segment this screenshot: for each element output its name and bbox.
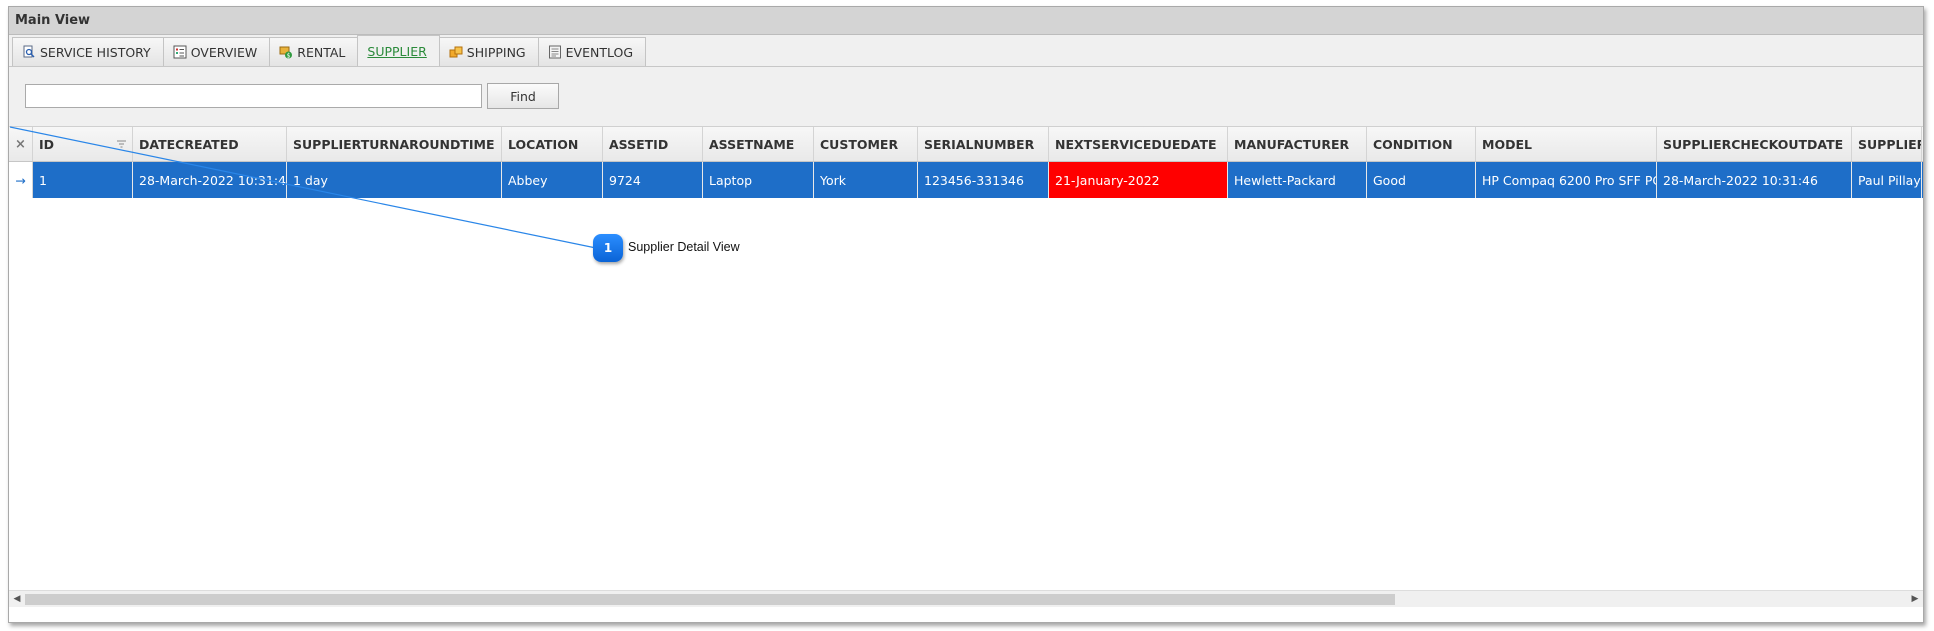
cell-serialnumber[interactable]: 123456-331346 bbox=[918, 162, 1049, 198]
tab-label: SERVICE HISTORY bbox=[40, 44, 151, 60]
search-document-icon bbox=[22, 45, 36, 59]
column-header-condition[interactable]: CONDITION bbox=[1367, 127, 1476, 161]
cell-suppliercheckoutdate[interactable]: 28-March-2022 10:31:46 bbox=[1657, 162, 1852, 198]
tab-label: EVENTLOG bbox=[565, 44, 634, 60]
column-header-supplier[interactable]: SUPPLIER bbox=[1852, 127, 1922, 161]
column-header-datecreated[interactable]: DATECREATED bbox=[133, 127, 287, 161]
column-header-assetname[interactable]: ASSETNAME bbox=[703, 127, 814, 161]
grid-header-row: × ID DATECREATED SUPPLIERTURNAROUNDTIME … bbox=[9, 126, 1923, 162]
tab-bar: SERVICE HISTORY OVERVIEW $ RENTAL SUPPLI… bbox=[9, 35, 1923, 67]
table-row[interactable]: → 1 28-March-2022 10:31:46 1 day Abbey 9… bbox=[9, 162, 1923, 198]
boxes-icon bbox=[449, 45, 463, 59]
rental-icon: $ bbox=[279, 45, 293, 59]
callout-number-badge: 1 bbox=[593, 234, 623, 262]
column-header-serialnumber[interactable]: SERIALNUMBER bbox=[918, 127, 1049, 161]
tab-eventlog[interactable]: EVENTLOG bbox=[537, 37, 647, 66]
cell-nextserviceduedate[interactable]: 21-January-2022 bbox=[1049, 162, 1228, 198]
cell-location[interactable]: Abbey bbox=[502, 162, 603, 198]
cell-assetid[interactable]: 9724 bbox=[603, 162, 703, 198]
cell-model[interactable]: HP Compaq 6200 Pro SFF PC bbox=[1476, 162, 1657, 198]
column-header-suppliercheckoutdate[interactable]: SUPPLIERCHECKOUTDATE bbox=[1657, 127, 1852, 161]
cell-manufacturer[interactable]: Hewlett-Packard bbox=[1228, 162, 1367, 198]
clear-filter-button[interactable]: × bbox=[9, 127, 33, 161]
cell-customer[interactable]: York bbox=[814, 162, 918, 198]
cell-condition[interactable]: Good bbox=[1367, 162, 1476, 198]
tab-service-history[interactable]: SERVICE HISTORY bbox=[12, 37, 164, 66]
tab-label: SHIPPING bbox=[466, 44, 526, 60]
tab-overview[interactable]: OVERVIEW bbox=[162, 37, 271, 66]
column-header-id[interactable]: ID bbox=[33, 127, 133, 161]
callout-label: Supplier Detail View bbox=[628, 240, 740, 254]
close-icon: × bbox=[15, 136, 26, 152]
column-header-model[interactable]: MODEL bbox=[1476, 127, 1657, 161]
tab-supplier[interactable]: SUPPLIER bbox=[357, 35, 440, 66]
tab-label: OVERVIEW bbox=[190, 44, 258, 60]
tab-shipping[interactable]: SHIPPING bbox=[438, 37, 539, 66]
cell-assetname[interactable]: Laptop bbox=[703, 162, 814, 198]
column-header-manufacturer[interactable]: MANUFACTURER bbox=[1228, 127, 1367, 161]
find-button[interactable]: Find bbox=[487, 83, 559, 109]
supplier-grid: × ID DATECREATED SUPPLIERTURNAROUNDTIME … bbox=[9, 126, 1923, 607]
sort-icon[interactable] bbox=[117, 140, 126, 148]
search-bar: Find bbox=[9, 67, 1923, 127]
column-header-nextserviceduedate[interactable]: NEXTSERVICEDUEDATE bbox=[1049, 127, 1228, 161]
tab-label: SUPPLIER bbox=[367, 43, 427, 59]
horizontal-scrollbar[interactable]: ◀ ▶ bbox=[9, 590, 1923, 607]
search-input[interactable] bbox=[25, 84, 482, 108]
column-header-customer[interactable]: CUSTOMER bbox=[814, 127, 918, 161]
svg-text:$: $ bbox=[287, 52, 291, 59]
column-header-location[interactable]: LOCATION bbox=[502, 127, 603, 161]
cell-supplierturnaroundtime[interactable]: 1 day bbox=[287, 162, 502, 198]
scroll-right-arrow-icon[interactable]: ▶ bbox=[1909, 593, 1921, 605]
log-icon bbox=[548, 45, 562, 59]
main-view-window: Main View SERVICE HISTORY OVERVIEW $ REN… bbox=[8, 6, 1924, 623]
cell-datecreated[interactable]: 28-March-2022 10:31:46 bbox=[133, 162, 287, 198]
row-indicator-arrow-icon: → bbox=[9, 162, 33, 198]
column-header-supplierturnaroundtime[interactable]: SUPPLIERTURNAROUNDTIME bbox=[287, 127, 502, 161]
scroll-left-arrow-icon[interactable]: ◀ bbox=[11, 593, 23, 605]
tab-rental[interactable]: $ RENTAL bbox=[269, 37, 359, 66]
scrollbar-thumb[interactable] bbox=[25, 594, 1395, 605]
window-title: Main View bbox=[9, 7, 1923, 35]
list-icon bbox=[173, 45, 187, 59]
tab-label: RENTAL bbox=[297, 44, 346, 60]
cell-supplier[interactable]: Paul Pillay bbox=[1852, 162, 1922, 198]
cell-id[interactable]: 1 bbox=[33, 162, 133, 198]
column-header-assetid[interactable]: ASSETID bbox=[603, 127, 703, 161]
